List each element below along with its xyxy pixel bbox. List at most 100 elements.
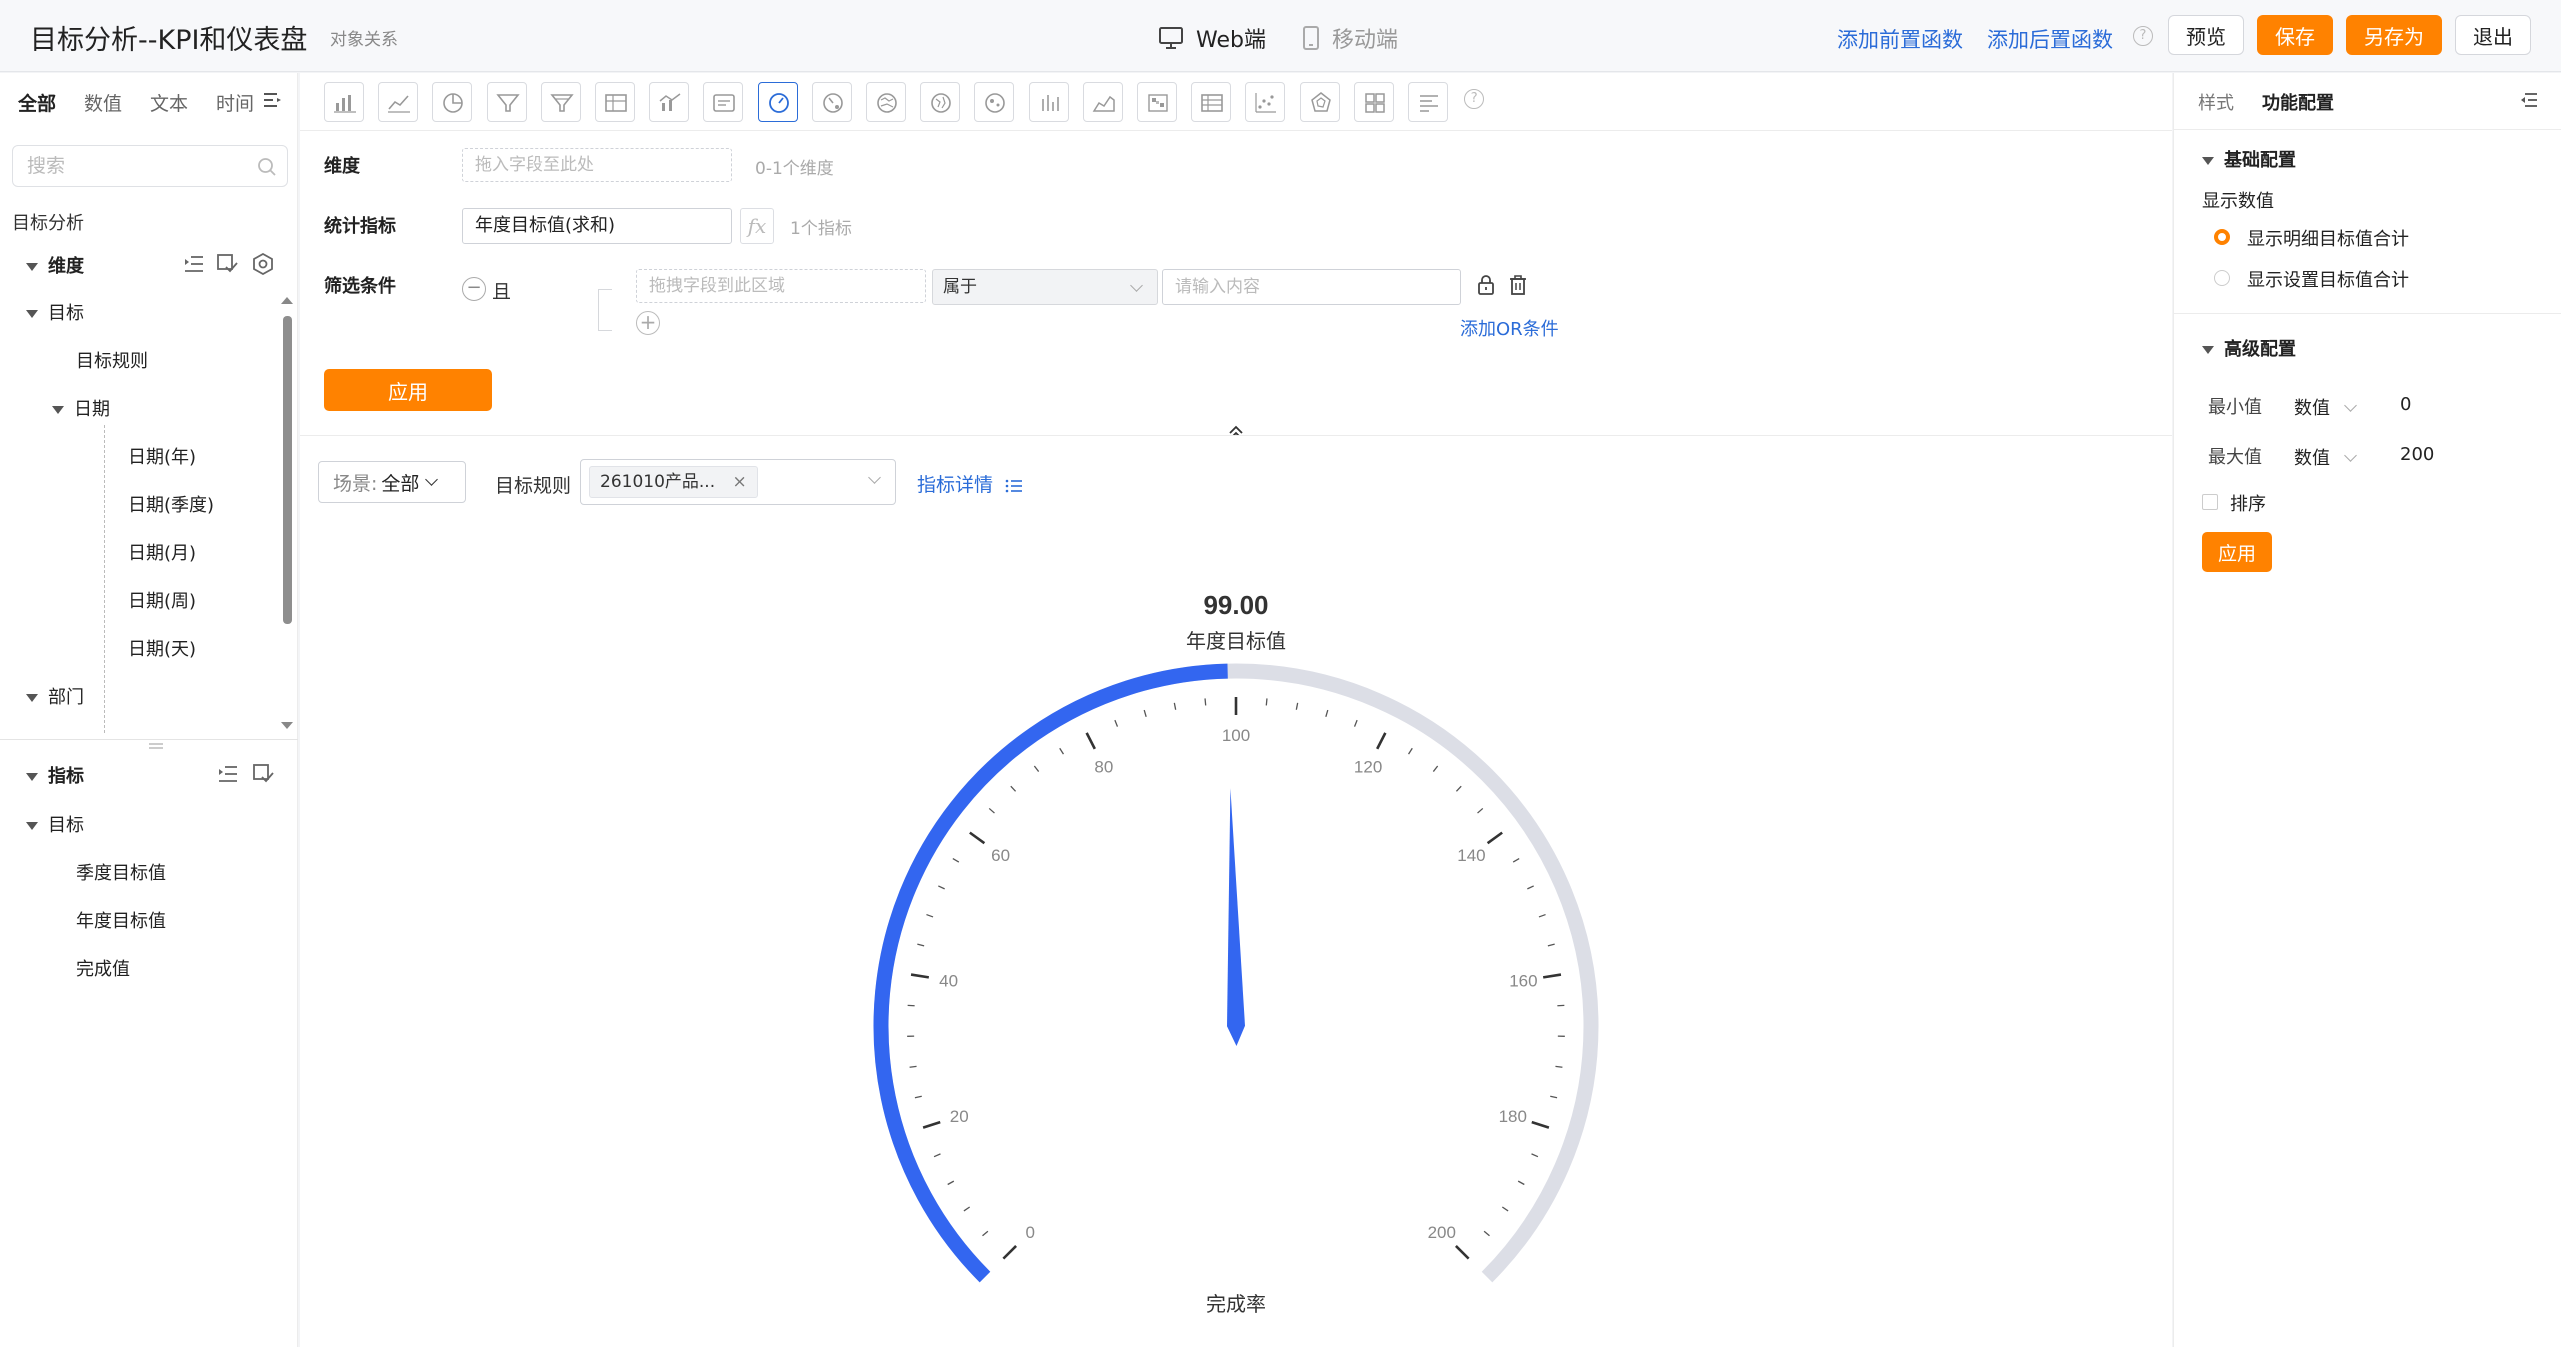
- tab-number[interactable]: 数值: [84, 89, 122, 116]
- batch-select-icon[interactable]: [252, 763, 274, 785]
- tree-node-label: 部门: [48, 687, 84, 708]
- list-menu-icon[interactable]: [262, 91, 282, 109]
- tree-node-label: 目标: [48, 815, 84, 836]
- gauge-tick-label: 80: [1094, 758, 1113, 777]
- scatter-icon[interactable]: [1245, 82, 1286, 122]
- advanced-config-header[interactable]: 高级配置: [2202, 335, 2296, 361]
- drag-handle-icon[interactable]: [148, 742, 164, 750]
- tab-text[interactable]: 文本: [150, 89, 188, 116]
- table-icon[interactable]: [595, 82, 635, 122]
- max-type-select[interactable]: 数值: [2294, 444, 2357, 470]
- pie-chart-icon[interactable]: [432, 82, 473, 122]
- funnel-alt-icon[interactable]: [540, 82, 581, 122]
- tree-node-date[interactable]: 日期: [52, 395, 110, 421]
- min-type-select[interactable]: 数值: [2294, 394, 2357, 420]
- gauge-alt-icon[interactable]: [811, 82, 852, 122]
- dimension-group-header[interactable]: 维度: [26, 252, 84, 278]
- dimension-dropzone[interactable]: 拖入字段至此处: [462, 148, 732, 182]
- sort-checkbox[interactable]: [2202, 494, 2218, 510]
- tree-node-department[interactable]: 部门: [26, 683, 84, 709]
- tree-node-metric-target[interactable]: 目标: [26, 811, 84, 837]
- bar-chart-icon[interactable]: [324, 82, 364, 122]
- indent-icon[interactable]: [183, 254, 205, 274]
- field-annual-target[interactable]: 年度目标值: [76, 907, 166, 933]
- indent-icon[interactable]: [217, 764, 239, 784]
- mobile-device-tab[interactable]: 移动端: [1302, 22, 1398, 54]
- scroll-up-icon[interactable]: [280, 295, 294, 305]
- field-quarter-target[interactable]: 季度目标值: [76, 859, 166, 885]
- object-relation-link[interactable]: 对象关系: [330, 25, 398, 50]
- basic-config-header[interactable]: 基础配置: [2202, 146, 2296, 172]
- field-date-month[interactable]: 日期(月): [128, 539, 196, 565]
- field-date-quarter[interactable]: 日期(季度): [128, 491, 214, 517]
- tree-node-target[interactable]: 目标: [26, 299, 84, 325]
- field-date-week[interactable]: 日期(周): [128, 587, 196, 613]
- add-condition-icon[interactable]: +: [636, 311, 660, 335]
- save-as-button[interactable]: 另存为: [2346, 15, 2442, 55]
- help-icon[interactable]: ?: [2133, 26, 2153, 46]
- sort-label[interactable]: 排序: [2230, 490, 2266, 516]
- funnel-icon[interactable]: [486, 82, 527, 122]
- text-card-icon[interactable]: [703, 82, 744, 122]
- metric-group-header[interactable]: 指标: [26, 762, 84, 788]
- collapse-panel-icon[interactable]: [2519, 91, 2539, 109]
- lock-icon[interactable]: [1476, 274, 1496, 296]
- field-type-tabs: 全部 数值 文本 时间: [18, 89, 254, 116]
- gauge-minor-tick: [1265, 698, 1268, 706]
- geo-map-icon[interactable]: [920, 82, 961, 122]
- tab-all[interactable]: 全部: [18, 89, 56, 116]
- line-chart-icon[interactable]: [378, 82, 419, 122]
- combo-chart-icon[interactable]: [649, 82, 690, 122]
- list-icon[interactable]: [1408, 82, 1448, 122]
- heatmap-icon[interactable]: [1137, 82, 1177, 122]
- field-completion[interactable]: 完成值: [76, 955, 130, 981]
- tab-time[interactable]: 时间: [216, 89, 254, 116]
- fx-formula-icon[interactable]: fx: [740, 208, 774, 244]
- toolbar-help-icon[interactable]: ?: [1464, 89, 1485, 109]
- radio-detail-total[interactable]: [2214, 229, 2230, 245]
- tab-function-config[interactable]: 功能配置: [2262, 89, 2334, 115]
- property-apply-button[interactable]: 应用: [2202, 532, 2272, 572]
- min-value-input[interactable]: 0: [2400, 394, 2411, 415]
- column-icon[interactable]: [1028, 82, 1069, 122]
- radio-set-total[interactable]: [2214, 270, 2230, 286]
- preview-button[interactable]: 预览: [2168, 15, 2244, 55]
- config-apply-button[interactable]: 应用: [324, 369, 492, 411]
- search-placeholder: 搜索: [27, 155, 66, 177]
- dimension-scrollbar[interactable]: [283, 316, 292, 624]
- settings-icon[interactable]: [252, 253, 274, 275]
- map-icon[interactable]: [866, 82, 906, 122]
- gauge-icon[interactable]: [757, 82, 798, 122]
- add-post-function-link[interactable]: 添加后置函数: [1987, 24, 2113, 54]
- tab-style[interactable]: 样式: [2198, 89, 2234, 115]
- max-value-input[interactable]: 200: [2400, 444, 2434, 465]
- pivot-table-icon[interactable]: [1191, 82, 1232, 122]
- exit-button[interactable]: 退出: [2455, 15, 2531, 55]
- delete-icon[interactable]: [1508, 274, 1528, 296]
- radio-set-total-label[interactable]: 显示设置目标值合计: [2247, 266, 2409, 292]
- filter-field-dropzone[interactable]: 拖拽字段到此区域: [636, 269, 926, 303]
- gauge-minor-tick: [1527, 885, 1534, 890]
- add-pre-function-link[interactable]: 添加前置函数: [1837, 24, 1963, 54]
- radar-icon[interactable]: [1299, 82, 1340, 122]
- radio-detail-total-label[interactable]: 显示明细目标值合计: [2247, 225, 2409, 251]
- filter-value-input[interactable]: 请输入内容: [1162, 269, 1461, 305]
- save-button[interactable]: 保存: [2257, 15, 2333, 55]
- filter-operator-select[interactable]: 属于: [932, 269, 1158, 305]
- metric-field[interactable]: 年度目标值(求和): [462, 208, 732, 244]
- collapse-logic-icon[interactable]: −: [462, 277, 486, 301]
- field-date-year[interactable]: 日期(年): [128, 443, 196, 469]
- field-date-day[interactable]: 日期(天): [128, 635, 196, 661]
- search-input[interactable]: 搜索: [12, 145, 288, 187]
- field-target-rule[interactable]: 目标规则: [76, 347, 148, 373]
- caret-down-icon: [26, 310, 38, 318]
- bubble-map-icon[interactable]: [974, 82, 1015, 122]
- add-or-condition-link[interactable]: 添加OR条件: [1460, 315, 1559, 341]
- scroll-down-icon[interactable]: [280, 721, 294, 731]
- grid-icon[interactable]: [1353, 82, 1394, 122]
- batch-select-icon[interactable]: [216, 253, 238, 275]
- web-device-tab[interactable]: Web端: [1158, 22, 1266, 54]
- panel-splitter[interactable]: [0, 739, 298, 740]
- gauge-minor-tick: [909, 1065, 917, 1068]
- area-icon[interactable]: [1082, 82, 1123, 122]
